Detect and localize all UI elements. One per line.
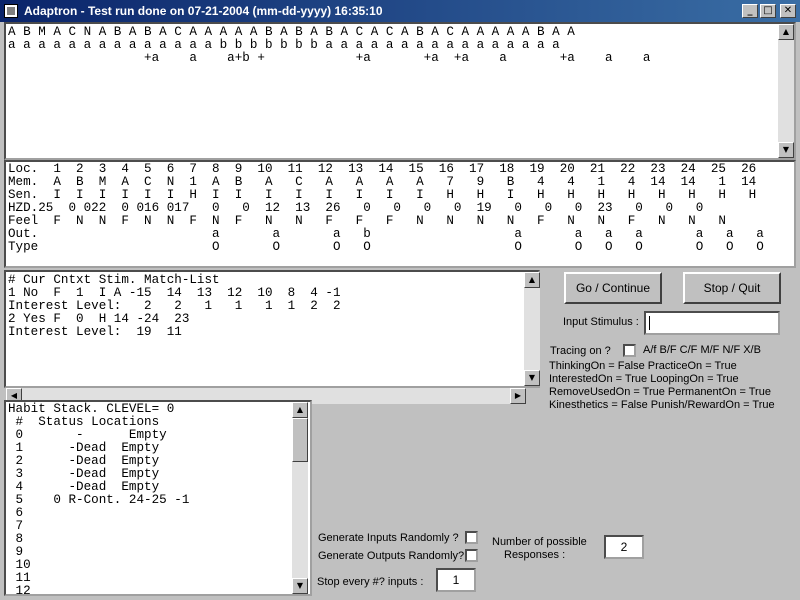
habit-stack-panel: Habit Stack. CLEVEL= 0 # Status Location…	[4, 400, 312, 596]
scroll-down-arrow-icon[interactable]: ▼	[292, 578, 308, 594]
close-button[interactable]: ✕	[780, 4, 796, 18]
stimulus-text: # Cur Cntxt Stim. Match-List 1 No F 1 I …	[8, 273, 341, 339]
app-icon	[4, 4, 18, 18]
gen-outputs-label: Generate Outputs Randomly?	[318, 550, 465, 562]
window-title: Adaptron - Test run done on 07-21-2004 (…	[24, 4, 383, 18]
num-responses-value: 2	[620, 540, 628, 554]
gen-inputs-label: Generate Inputs Randomly ?	[318, 532, 459, 544]
tracing-checkbox[interactable]	[623, 344, 636, 357]
maximize-button[interactable]: □	[760, 4, 776, 18]
input-stimulus-field[interactable]	[644, 311, 780, 335]
title-bar: Adaptron - Test run done on 07-21-2004 (…	[0, 0, 800, 22]
memory-text: Loc. 1 2 3 4 5 6 7 8 9 10 11 12 13 14 15…	[8, 162, 764, 254]
stop-every-field[interactable]: 1	[436, 568, 476, 592]
text-cursor	[649, 316, 650, 330]
stop-every-label: Stop every #? inputs :	[317, 576, 424, 588]
flag-line: InterestedOn = True LoopingOn = True	[549, 373, 739, 385]
minimize-button[interactable]: _	[742, 4, 758, 18]
scroll-up-arrow-icon[interactable]: ▲	[292, 402, 308, 418]
stimulus-panel: # Cur Cntxt Stim. Match-List 1 No F 1 I …	[4, 270, 540, 388]
gen-outputs-checkbox[interactable]	[465, 549, 478, 562]
scroll-up-arrow-icon[interactable]: ▲	[524, 272, 540, 288]
flag-line: Kinesthetics = False Punish/RewardOn = T…	[549, 399, 775, 411]
scroll-down-arrow-icon[interactable]: ▼	[524, 370, 540, 386]
sequence-panel: A B M A C N A B A B A C A A A A A B A B …	[4, 22, 796, 160]
num-responses-label: Number of possible	[492, 536, 587, 548]
habit-scrollbar[interactable]: ▲ ▼	[292, 402, 308, 594]
scroll-up-arrow-icon[interactable]: ▲	[778, 24, 794, 40]
gen-inputs-checkbox[interactable]	[465, 531, 478, 544]
memory-panel: Loc. 1 2 3 4 5 6 7 8 9 10 11 12 13 14 15…	[4, 160, 796, 268]
flag-line: RemoveUsedOn = True PermanentOn = True	[549, 386, 771, 398]
scroll-down-arrow-icon[interactable]: ▼	[778, 142, 794, 158]
input-stimulus-label: Input Stimulus :	[563, 316, 639, 328]
stop-quit-button[interactable]: Stop / Quit	[683, 272, 781, 304]
num-responses-field[interactable]: 2	[604, 535, 644, 559]
habit-stack-text: Habit Stack. CLEVEL= 0 # Status Location…	[8, 402, 190, 596]
stop-every-value: 1	[452, 573, 460, 587]
tracing-label: Tracing on ?	[550, 345, 611, 357]
flag-line: ThinkingOn = False PracticeOn = True	[549, 360, 737, 372]
num-responses-label-2: Responses :	[504, 549, 566, 561]
stimulus-vscrollbar[interactable]: ▲ ▼	[524, 272, 540, 386]
scroll-right-arrow-icon[interactable]: ▶	[510, 388, 526, 404]
go-continue-button[interactable]: Go / Continue	[564, 272, 662, 304]
sequence-scrollbar[interactable]: ▲ ▼	[778, 24, 794, 158]
tracing-options: A/f B/F C/F M/F N/F X/B	[643, 344, 761, 356]
sequence-text: A B M A C N A B A B A C A A A A A B A B …	[8, 25, 651, 65]
scroll-thumb[interactable]	[292, 418, 308, 462]
